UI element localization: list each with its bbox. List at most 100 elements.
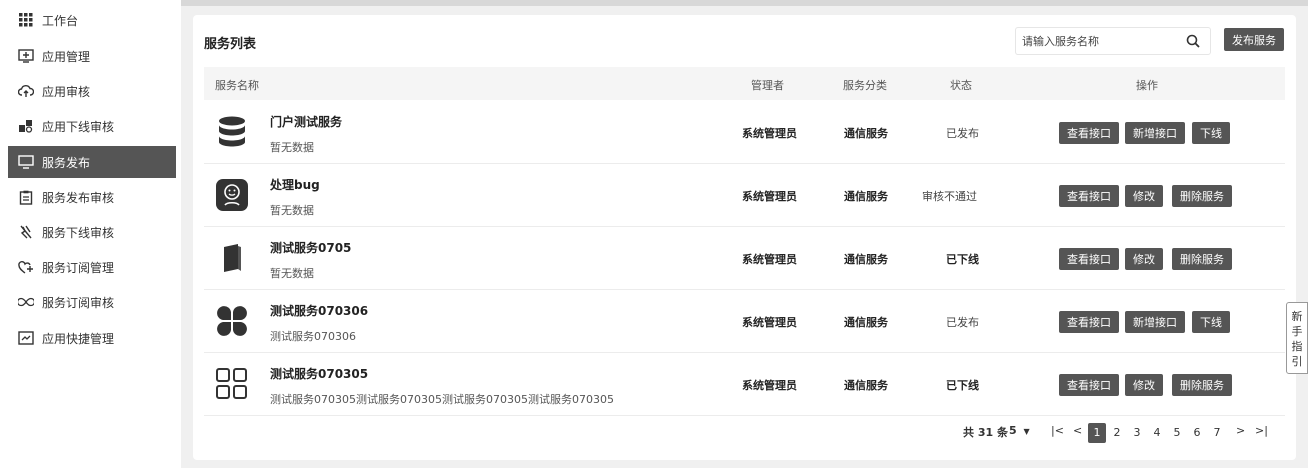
app-box-icon (18, 48, 34, 64)
offline-button[interactable]: 下线 (1192, 311, 1230, 333)
add-interface-button[interactable]: 新增接口 (1125, 311, 1185, 333)
sidebar-item-subscription-review[interactable]: 服务订阅审核 (8, 286, 176, 318)
service-desc: 暂无数据 (270, 267, 314, 280)
service-manager: 系统管理员 (742, 316, 797, 329)
status-badge: 已发布 (946, 316, 979, 329)
service-category: 通信服务 (844, 127, 888, 140)
column-header-manager: 管理者 (751, 79, 784, 92)
cubes-icon (18, 118, 34, 134)
sidebar-item-app-review[interactable]: 应用审核 (8, 75, 176, 107)
infinity-icon (18, 294, 34, 310)
next-page-icon[interactable]: > (1236, 424, 1245, 437)
service-manager: 系统管理员 (742, 379, 797, 392)
column-header-name: 服务名称 (215, 79, 259, 92)
service-desc: 暂无数据 (270, 204, 314, 217)
table-row: 门户测试服务 暂无数据 系统管理员 通信服务 已发布 查看接口 新增接口 下线 (204, 101, 1285, 164)
page-7[interactable]: 7 (1208, 423, 1226, 443)
service-name[interactable]: 测试服务070306 (270, 302, 368, 319)
page-size-select[interactable]: 5 ▼ (1009, 424, 1030, 437)
sidebar-item-service-publish-review[interactable]: 服务发布审核 (8, 181, 176, 213)
page-1[interactable]: 1 (1088, 423, 1106, 443)
publish-service-button[interactable]: 发布服务 (1224, 28, 1284, 51)
service-desc: 暂无数据 (270, 141, 314, 154)
search-input[interactable] (1022, 29, 1182, 53)
view-interface-button[interactable]: 查看接口 (1059, 374, 1119, 396)
service-category: 通信服务 (844, 316, 888, 329)
service-category: 通信服务 (844, 253, 888, 266)
table-row: 测试服务070306 测试服务070306 系统管理员 通信服务 已发布 查看接… (204, 290, 1285, 353)
delete-service-button[interactable]: 删除服务 (1172, 374, 1232, 396)
delete-service-button[interactable]: 删除服务 (1172, 248, 1232, 270)
heart-plus-icon (18, 259, 34, 275)
sidebar-item-workbench[interactable]: 工作台 (8, 4, 176, 36)
add-interface-button[interactable]: 新增接口 (1125, 122, 1185, 144)
sidebar-item-label: 工作台 (42, 13, 79, 28)
pagination: 共 31 条 5 ▼ |< < 1 2 3 4 5 6 7 > >| (193, 420, 1296, 444)
table-row: 测试服务070305 测试服务070305测试服务070305测试服务07030… (204, 353, 1285, 416)
squares-icon (214, 366, 250, 402)
status-badge: 已下线 (946, 379, 979, 392)
sidebar-item-service-publish[interactable]: 服务发布 (8, 146, 176, 178)
first-page-icon[interactable]: |< (1051, 424, 1064, 437)
page-2[interactable]: 2 (1108, 423, 1126, 443)
cloud-upload-icon (18, 83, 34, 99)
column-header-actions: 操作 (1136, 79, 1158, 92)
service-name[interactable]: 测试服务0705 (270, 239, 351, 256)
status-badge: 已下线 (946, 253, 979, 266)
offline-button[interactable]: 下线 (1192, 122, 1230, 144)
clipboard-icon (18, 189, 34, 205)
service-name[interactable]: 测试服务070305 (270, 365, 368, 382)
edit-button[interactable]: 修改 (1125, 248, 1163, 270)
top-bar (181, 0, 1308, 6)
view-interface-button[interactable]: 查看接口 (1059, 311, 1119, 333)
status-badge: 审核不通过 (922, 190, 977, 203)
page-size-value: 5 (1009, 424, 1017, 437)
sidebar-item-app-management[interactable]: 应用管理 (8, 40, 176, 72)
beginner-guide-tab[interactable]: 新手指引 (1286, 302, 1308, 374)
service-name[interactable]: 门户测试服务 (270, 113, 342, 130)
page-4[interactable]: 4 (1148, 423, 1166, 443)
edit-button[interactable]: 修改 (1125, 374, 1163, 396)
face-badge-icon (214, 177, 250, 213)
service-manager: 系统管理员 (742, 190, 797, 203)
page-3[interactable]: 3 (1128, 423, 1146, 443)
page-title: 服务列表 (204, 37, 257, 52)
table-row: 处理bug 暂无数据 系统管理员 通信服务 审核不通过 查看接口 修改 删除服务 (204, 164, 1285, 227)
service-name[interactable]: 处理bug (270, 176, 320, 193)
book-icon (214, 240, 250, 276)
search-icon[interactable] (1186, 34, 1200, 51)
sidebar-item-label: 服务发布审核 (42, 190, 115, 205)
total-count: 共 31 条 (963, 426, 1008, 439)
column-header-status: 状态 (950, 79, 972, 92)
service-desc: 测试服务070306 (270, 330, 356, 343)
service-desc: 测试服务070305测试服务070305测试服务070305测试服务070305 (270, 393, 614, 406)
service-category: 通信服务 (844, 190, 888, 203)
sidebar-item-label: 应用下线审核 (42, 119, 115, 134)
page-5[interactable]: 5 (1168, 423, 1186, 443)
service-category: 通信服务 (844, 379, 888, 392)
sidebar-item-app-offline-review[interactable]: 应用下线审核 (8, 110, 176, 142)
petals-icon (214, 303, 250, 339)
last-page-icon[interactable]: >| (1255, 424, 1268, 437)
view-interface-button[interactable]: 查看接口 (1059, 185, 1119, 207)
service-manager: 系统管理员 (742, 253, 797, 266)
guide-label: 新手指引 (1291, 310, 1303, 368)
column-header-category: 服务分类 (843, 79, 887, 92)
sidebar-item-label: 服务发布 (42, 155, 91, 170)
plug-off-icon (18, 224, 34, 240)
sidebar-item-label: 应用快捷管理 (42, 331, 115, 346)
sidebar-item-label: 应用管理 (42, 49, 91, 64)
sidebar-item-subscription-management[interactable]: 服务订阅管理 (8, 251, 176, 283)
sidebar-item-label: 服务订阅管理 (42, 260, 115, 275)
view-interface-button[interactable]: 查看接口 (1059, 248, 1119, 270)
monitor-icon (18, 154, 34, 170)
prev-page-icon[interactable]: < (1073, 424, 1082, 437)
sidebar-item-label: 应用审核 (42, 84, 91, 99)
page-6[interactable]: 6 (1188, 423, 1206, 443)
sidebar-item-app-shortcut-management[interactable]: 应用快捷管理 (8, 322, 176, 354)
sidebar-item-service-offline-review[interactable]: 服务下线审核 (8, 216, 176, 248)
delete-service-button[interactable]: 删除服务 (1172, 185, 1232, 207)
edit-button[interactable]: 修改 (1125, 185, 1163, 207)
view-interface-button[interactable]: 查看接口 (1059, 122, 1119, 144)
table-row: 测试服务0705 暂无数据 系统管理员 通信服务 已下线 查看接口 修改 删除服… (204, 227, 1285, 290)
